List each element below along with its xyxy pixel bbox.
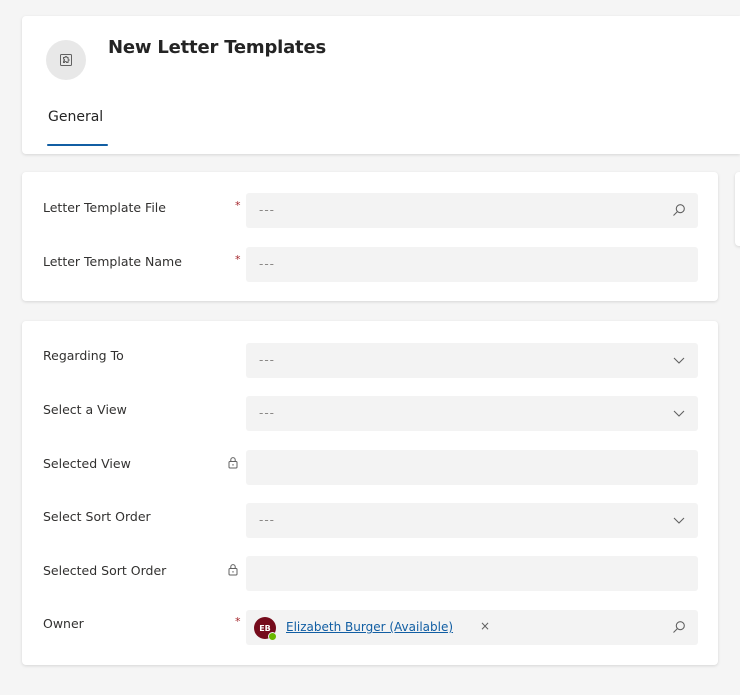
chevron-down-icon <box>673 410 685 417</box>
select-sort-order-value: --- <box>259 513 275 527</box>
letter-template-name-input[interactable]: --- <box>246 247 698 282</box>
field-label-regarding-to: Regarding To <box>43 348 124 363</box>
tab-active-indicator <box>47 144 108 146</box>
field-label-selected-sort-order: Selected Sort Order <box>43 563 167 578</box>
lock-icon <box>228 457 238 469</box>
search-icon[interactable] <box>672 620 686 634</box>
field-label-selected-view: Selected View <box>43 456 131 471</box>
selected-view-input[interactable] <box>246 450 698 485</box>
owner-link[interactable]: Elizabeth Burger (Available) <box>286 620 453 634</box>
chevron-down-icon <box>673 357 685 364</box>
letter-template-file-lookup[interactable]: --- <box>246 193 698 228</box>
form-header: New Letter Templates General <box>22 16 740 154</box>
presence-available-icon <box>268 632 277 641</box>
field-label-select-a-view: Select a View <box>43 402 127 417</box>
remove-owner-button[interactable]: × <box>480 619 490 633</box>
lock-icon <box>228 564 238 576</box>
page-title: New Letter Templates <box>108 37 326 58</box>
select-a-view-value: --- <box>259 406 275 420</box>
field-label-letter-template-name: Letter Template Name <box>43 254 182 269</box>
letter-template-file-value: --- <box>259 203 275 217</box>
required-indicator: * <box>235 615 241 628</box>
select-sort-order-select[interactable]: --- <box>246 503 698 538</box>
select-a-view-select[interactable]: --- <box>246 396 698 431</box>
chevron-down-icon <box>673 517 685 524</box>
regarding-to-value: --- <box>259 353 275 367</box>
entity-icon <box>46 40 86 80</box>
selected-sort-order-input[interactable] <box>246 556 698 591</box>
side-panel-card <box>735 172 740 246</box>
tab-general[interactable]: General <box>48 109 103 125</box>
field-label-letter-template-file: Letter Template File <box>43 200 166 215</box>
section-view-settings: Regarding To --- Select a View --- Selec… <box>22 321 718 665</box>
section-letter-template: Letter Template File * --- Letter Templa… <box>22 172 718 301</box>
required-indicator: * <box>235 253 241 266</box>
puzzle-icon <box>60 54 72 66</box>
owner-lookup[interactable]: EB Elizabeth Burger (Available) × <box>246 610 698 645</box>
letter-template-name-value: --- <box>259 257 275 271</box>
regarding-to-select[interactable]: --- <box>246 343 698 378</box>
search-icon[interactable] <box>672 203 686 217</box>
field-label-owner: Owner <box>43 616 84 631</box>
required-indicator: * <box>235 199 241 212</box>
field-label-select-sort-order: Select Sort Order <box>43 509 151 524</box>
